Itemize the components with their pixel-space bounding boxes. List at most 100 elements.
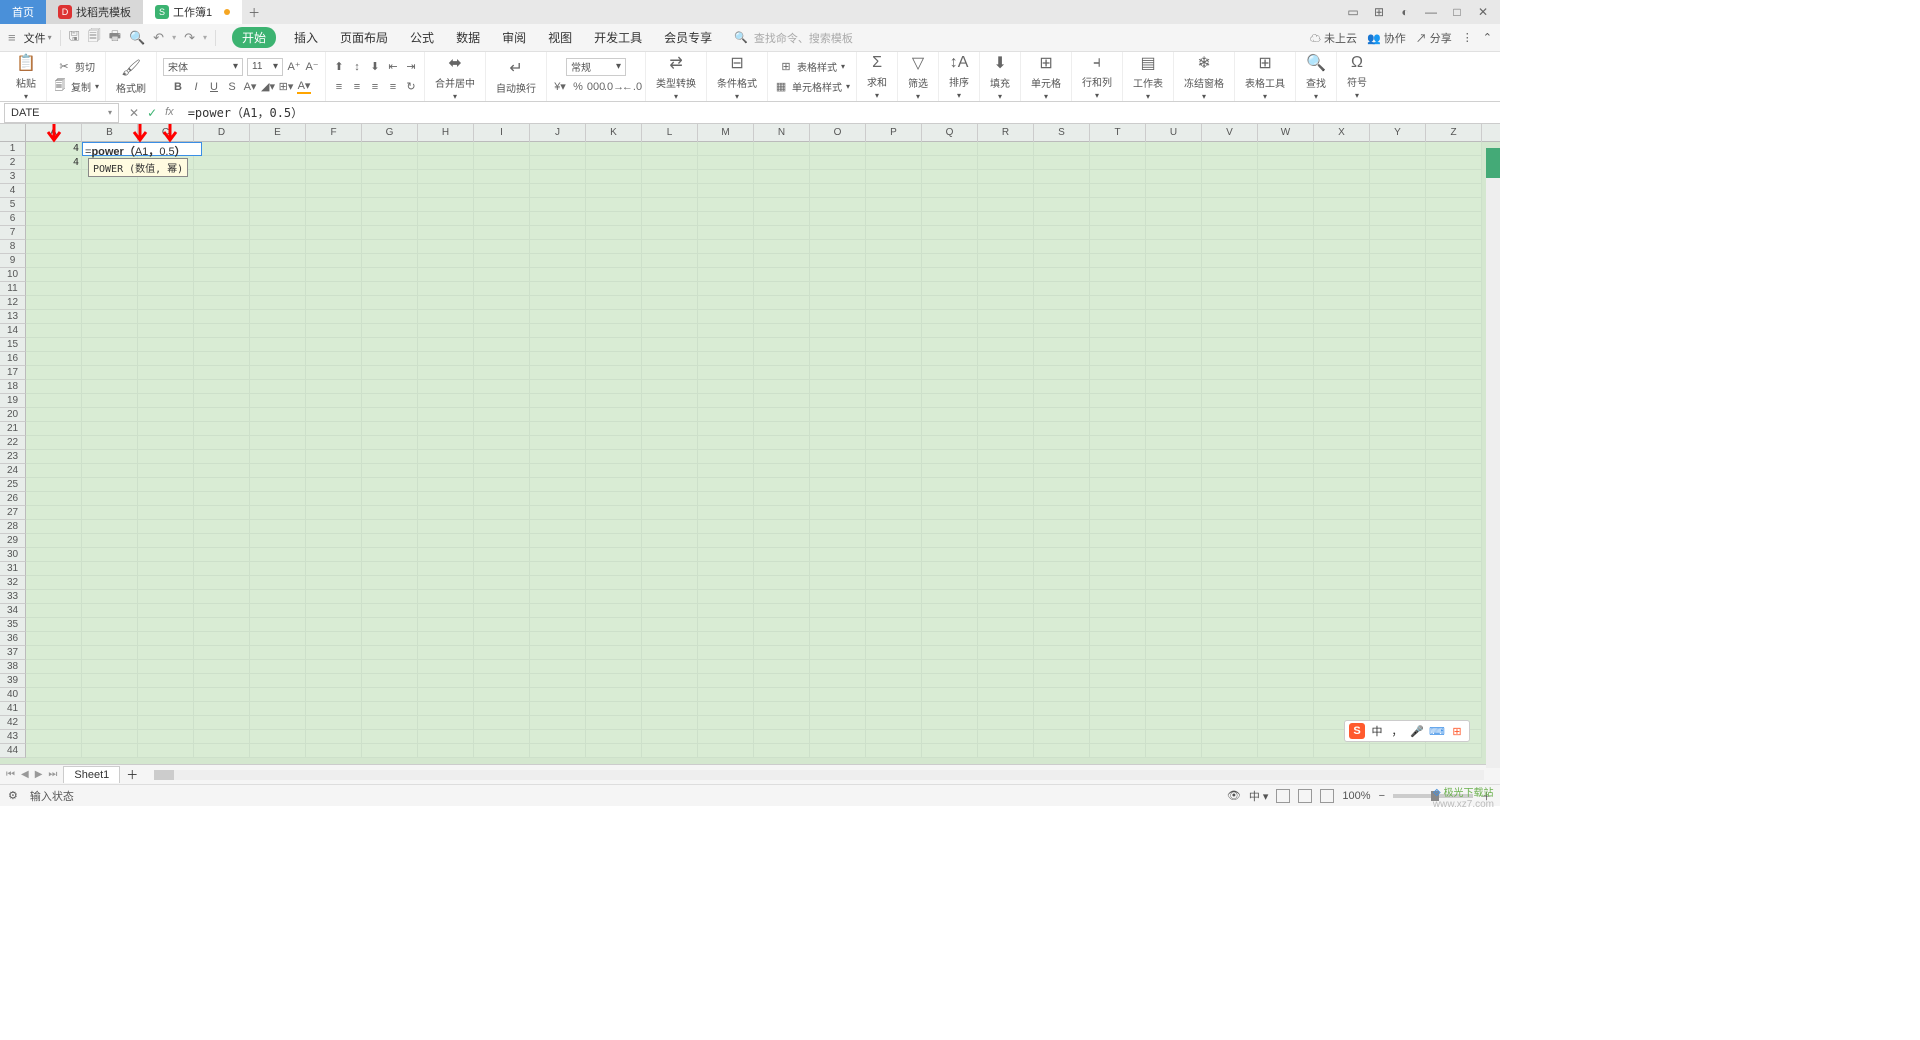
- cell[interactable]: [306, 408, 362, 422]
- cell[interactable]: [698, 296, 754, 310]
- cell[interactable]: [1090, 394, 1146, 408]
- cell[interactable]: [1034, 184, 1090, 198]
- cell[interactable]: [1146, 408, 1202, 422]
- cell[interactable]: [978, 492, 1034, 506]
- col-header[interactable]: H: [418, 124, 474, 142]
- cell[interactable]: [306, 198, 362, 212]
- settings-icon[interactable]: ⚙: [8, 789, 18, 802]
- cell[interactable]: [866, 646, 922, 660]
- cell[interactable]: [1202, 688, 1258, 702]
- fx-icon[interactable]: fx: [165, 106, 174, 120]
- cell[interactable]: [1370, 422, 1426, 436]
- row-header[interactable]: 30: [0, 548, 26, 562]
- cell[interactable]: [530, 548, 586, 562]
- cell[interactable]: [362, 730, 418, 744]
- cell[interactable]: [1034, 562, 1090, 576]
- cell[interactable]: [1370, 254, 1426, 268]
- cell[interactable]: [978, 324, 1034, 338]
- cell[interactable]: [362, 170, 418, 184]
- cell[interactable]: [586, 170, 642, 184]
- cell[interactable]: [1090, 156, 1146, 170]
- cell[interactable]: [362, 506, 418, 520]
- cell[interactable]: [1090, 338, 1146, 352]
- cell[interactable]: [586, 716, 642, 730]
- cell[interactable]: [82, 436, 138, 450]
- cell[interactable]: [866, 282, 922, 296]
- cell[interactable]: [754, 408, 810, 422]
- cell[interactable]: [362, 450, 418, 464]
- cell[interactable]: [306, 492, 362, 506]
- cell[interactable]: [194, 548, 250, 562]
- cell[interactable]: [1426, 562, 1482, 576]
- cell[interactable]: [250, 324, 306, 338]
- cell[interactable]: [82, 632, 138, 646]
- cell[interactable]: [1202, 394, 1258, 408]
- cell[interactable]: [530, 702, 586, 716]
- cell[interactable]: [306, 324, 362, 338]
- cell[interactable]: [194, 618, 250, 632]
- cell[interactable]: [810, 464, 866, 478]
- cell[interactable]: [1426, 548, 1482, 562]
- horizontal-scrollbar[interactable]: [154, 770, 1484, 780]
- cell[interactable]: [1258, 198, 1314, 212]
- symbol-button[interactable]: Ω符号▾: [1343, 54, 1371, 100]
- col-header[interactable]: G: [362, 124, 418, 142]
- cell[interactable]: [474, 254, 530, 268]
- cell[interactable]: [474, 660, 530, 674]
- cell[interactable]: [866, 702, 922, 716]
- cell[interactable]: [866, 590, 922, 604]
- cell[interactable]: [586, 520, 642, 534]
- cell[interactable]: [1314, 506, 1370, 520]
- cell[interactable]: [1258, 730, 1314, 744]
- cell[interactable]: [306, 240, 362, 254]
- cell[interactable]: [754, 142, 810, 156]
- cell[interactable]: [194, 156, 250, 170]
- cell[interactable]: [250, 394, 306, 408]
- cell[interactable]: [1034, 198, 1090, 212]
- cell[interactable]: [138, 716, 194, 730]
- cell[interactable]: [922, 464, 978, 478]
- cell[interactable]: [82, 646, 138, 660]
- cell[interactable]: [642, 450, 698, 464]
- cell[interactable]: [362, 702, 418, 716]
- cell[interactable]: [82, 576, 138, 590]
- cell[interactable]: [418, 744, 474, 758]
- cell[interactable]: [586, 730, 642, 744]
- cell[interactable]: [642, 464, 698, 478]
- cell[interactable]: [418, 492, 474, 506]
- cell[interactable]: [754, 562, 810, 576]
- cell[interactable]: [1426, 506, 1482, 520]
- cell[interactable]: [1146, 744, 1202, 758]
- cell[interactable]: [250, 254, 306, 268]
- cell[interactable]: [754, 226, 810, 240]
- cell[interactable]: [642, 338, 698, 352]
- cell[interactable]: [530, 674, 586, 688]
- cell[interactable]: [1314, 520, 1370, 534]
- cell[interactable]: [194, 282, 250, 296]
- sheet-prev-icon[interactable]: ◀: [21, 769, 29, 780]
- cell[interactable]: [250, 450, 306, 464]
- cell[interactable]: [26, 534, 82, 548]
- cell[interactable]: [1370, 534, 1426, 548]
- cell[interactable]: [26, 492, 82, 506]
- cell[interactable]: [978, 408, 1034, 422]
- cell[interactable]: [82, 548, 138, 562]
- cell[interactable]: [922, 268, 978, 282]
- cell[interactable]: [1370, 184, 1426, 198]
- cell[interactable]: [530, 506, 586, 520]
- collapse-ribbon-icon[interactable]: ⌃: [1483, 31, 1492, 44]
- cell[interactable]: [418, 170, 474, 184]
- cell[interactable]: [474, 464, 530, 478]
- cell[interactable]: [698, 730, 754, 744]
- cell[interactable]: [1146, 338, 1202, 352]
- cell[interactable]: [866, 240, 922, 254]
- cell[interactable]: [642, 436, 698, 450]
- ime-voice-icon[interactable]: 🎤: [1409, 723, 1425, 739]
- cell[interactable]: [866, 268, 922, 282]
- cell[interactable]: [82, 604, 138, 618]
- cell[interactable]: [1202, 646, 1258, 660]
- cell[interactable]: [530, 226, 586, 240]
- cell[interactable]: [1426, 646, 1482, 660]
- cell[interactable]: [642, 520, 698, 534]
- cell[interactable]: [586, 450, 642, 464]
